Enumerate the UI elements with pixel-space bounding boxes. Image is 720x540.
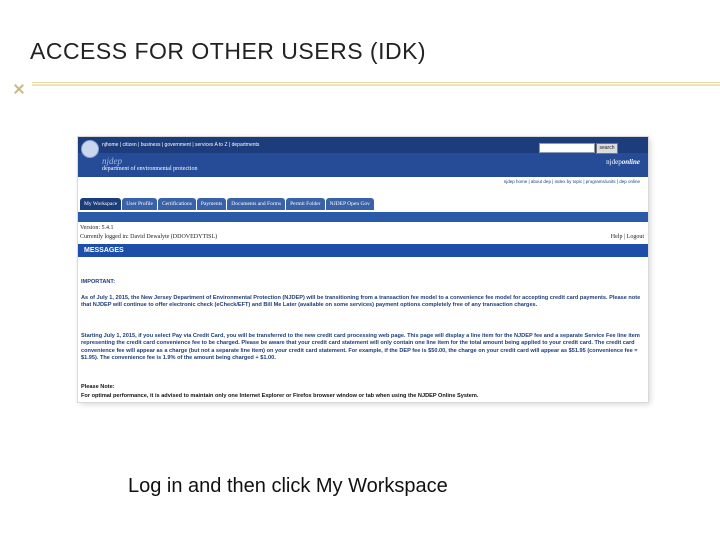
- note-text: For optimal performance, it is advised t…: [81, 393, 479, 399]
- tab-certifications[interactable]: Certifications: [157, 198, 196, 210]
- tab-payments[interactable]: Payments: [196, 198, 227, 210]
- messages-label: MESSAGES: [84, 247, 124, 254]
- tab-user-profile[interactable]: User Profile: [122, 198, 157, 210]
- njdep-online-prefix: njdep: [606, 158, 622, 166]
- main-tabs: My Workspace User Profile Certifications…: [78, 198, 648, 212]
- sub-nav-links[interactable]: njdep home | about dep | index by topic …: [504, 179, 640, 184]
- dep-logo-mark: njdep: [102, 156, 122, 166]
- version-label: Version: 5.4.1: [80, 225, 114, 231]
- top-nav-links[interactable]: njhome | citizen | business | government…: [102, 142, 259, 148]
- logged-in-label: Currently logged in: David Dewalyte (DDO…: [80, 234, 218, 240]
- message-paragraph-2: Starting July 1, 2015, if you select Pay…: [81, 333, 640, 361]
- embedded-screenshot: njhome | citizen | business | government…: [78, 137, 648, 402]
- njdep-online-logo: njdeponline: [606, 158, 640, 166]
- message-important: IMPORTANT:: [81, 279, 116, 285]
- njdep-online-suffix: online: [621, 158, 640, 166]
- site-header: njhome | citizen | business | government…: [78, 137, 648, 177]
- state-seal-icon: [81, 140, 99, 158]
- search-button[interactable]: search: [596, 143, 618, 154]
- tab-njdep-open-gov[interactable]: NJDEP Open Gov: [325, 198, 374, 210]
- note-title: Please Note:: [81, 384, 115, 390]
- message-paragraph-1: As of July 1, 2015, the New Jersey Depar…: [81, 295, 641, 309]
- tab-documents-and-forms[interactable]: Documents and Forms: [227, 198, 286, 210]
- search-input[interactable]: [539, 143, 595, 153]
- slide-caption: Log in and then click My Workspace: [128, 475, 448, 497]
- corner-decoration-icon: [14, 84, 24, 94]
- help-logout-links[interactable]: Help | Logout: [611, 234, 644, 240]
- slide-title: ACCESS FOR OTHER USERS (IDK): [30, 38, 427, 64]
- tab-strip-rule: [78, 212, 648, 222]
- dep-logo-text: department of environmental protection: [102, 166, 198, 172]
- messages-header: MESSAGES: [78, 244, 648, 257]
- tab-permit-folder[interactable]: Permit Folder: [286, 198, 325, 210]
- tab-my-workspace[interactable]: My Workspace: [80, 198, 122, 210]
- title-divider: [32, 82, 720, 86]
